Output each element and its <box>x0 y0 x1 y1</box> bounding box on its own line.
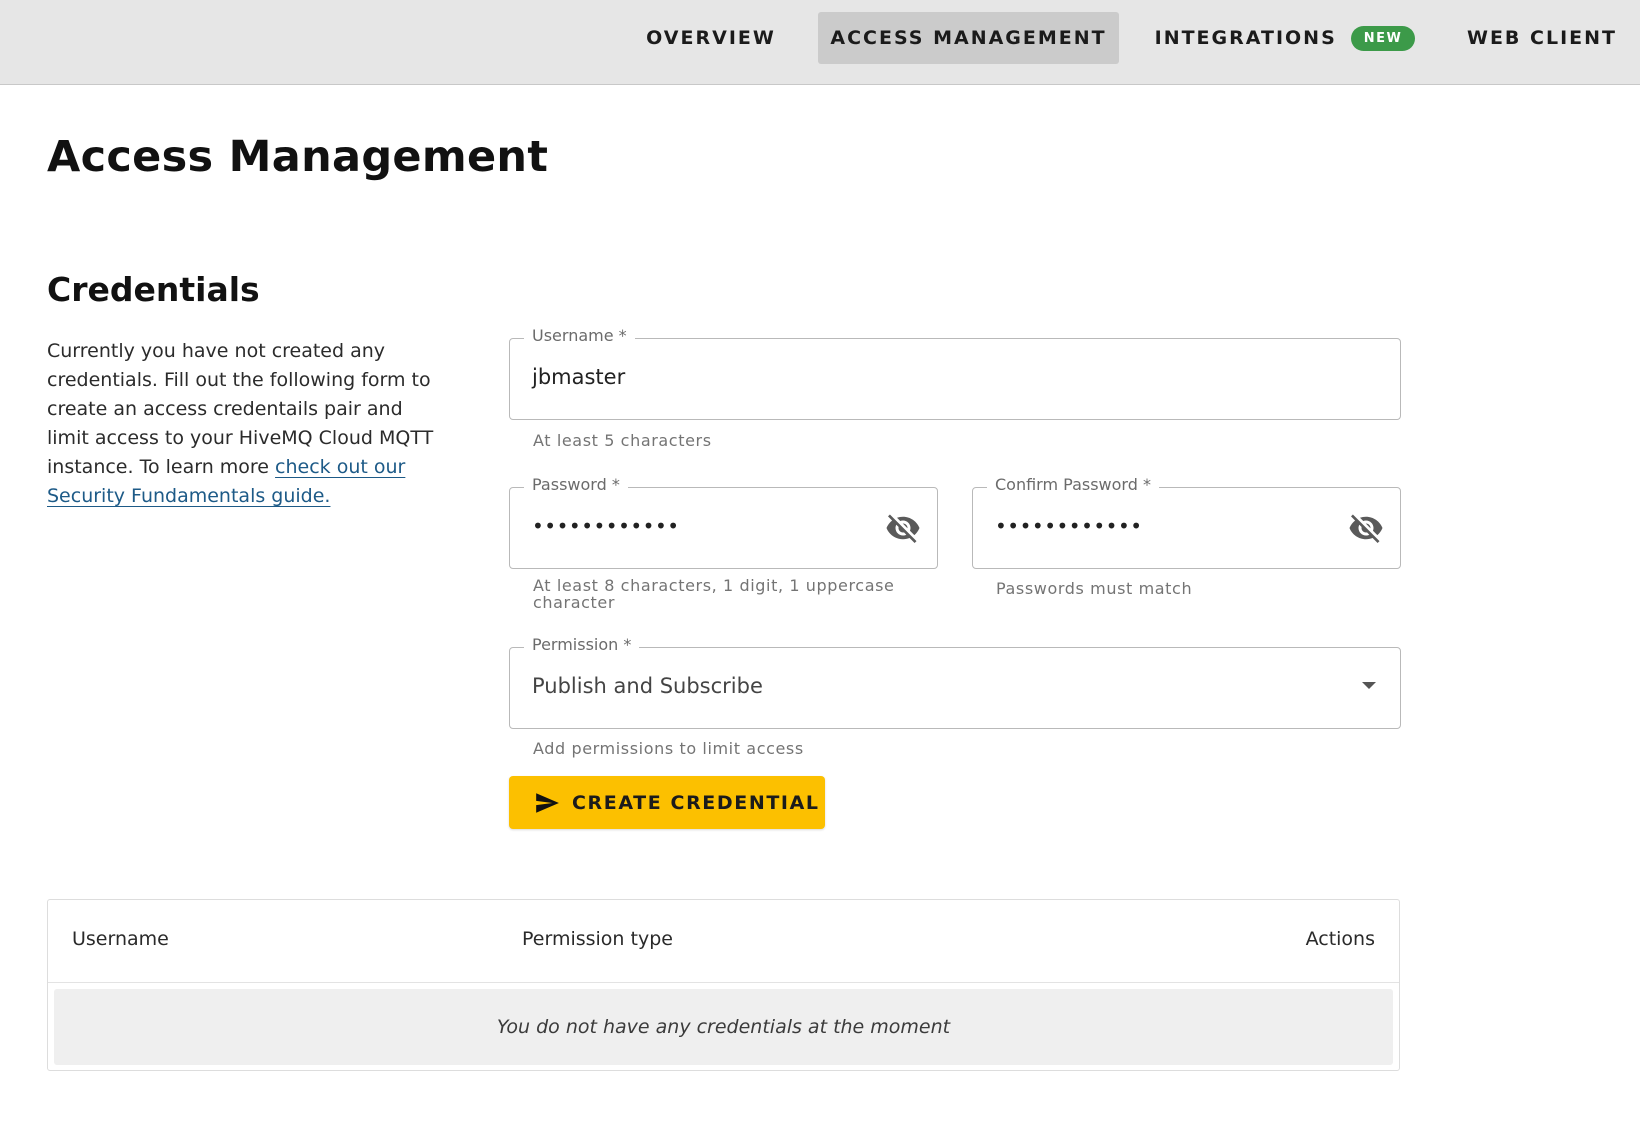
top-navigation-bar: OVERVIEW ACCESS MANAGEMENT INTEGRATIONS … <box>0 0 1640 85</box>
credentials-section-title: Credentials <box>47 270 260 309</box>
create-credential-button[interactable]: CREATE CREDENTIAL <box>509 776 825 829</box>
permission-helper-text: Add permissions to limit access <box>533 739 804 758</box>
nav-tab-access-management[interactable]: ACCESS MANAGEMENT <box>818 12 1119 64</box>
credentials-intro-text: Currently you have not created any crede… <box>47 337 447 511</box>
nav-tab-integrations[interactable]: INTEGRATIONS NEW <box>1152 12 1418 64</box>
confirm-password-label: Confirm Password * <box>987 475 1159 494</box>
username-field[interactable]: Username * jbmaster <box>509 326 1401 420</box>
password-field[interactable]: Password * •••••••••••• <box>509 475 938 569</box>
nav-tab-integrations-label: INTEGRATIONS <box>1154 27 1337 49</box>
visibility-off-icon[interactable] <box>1348 510 1384 546</box>
empty-state-row: You do not have any credentials at the m… <box>54 989 1393 1065</box>
table-divider <box>48 982 1399 983</box>
confirm-password-helper-text: Passwords must match <box>996 579 1193 598</box>
permission-selected-value: Publish and Subscribe <box>532 674 763 698</box>
confirm-password-field[interactable]: Confirm Password * •••••••••••• <box>972 475 1401 569</box>
credentials-table: Username Permission type Actions You do … <box>47 899 1400 1071</box>
permission-select[interactable]: Permission * Publish and Subscribe <box>509 635 1401 729</box>
username-helper-text: At least 5 characters <box>533 431 712 450</box>
send-icon <box>536 792 559 813</box>
page-title: Access Management <box>47 132 549 182</box>
nav-tab-web-client[interactable]: WEB CLIENT <box>1462 12 1622 64</box>
new-badge: NEW <box>1350 25 1416 51</box>
password-input[interactable]: •••••••••••• <box>532 514 680 538</box>
chevron-down-icon[interactable] <box>1362 682 1376 689</box>
column-header-username: Username <box>72 928 169 950</box>
visibility-off-icon[interactable] <box>885 510 921 546</box>
password-label: Password * <box>524 475 628 494</box>
username-input[interactable]: jbmaster <box>532 365 625 389</box>
confirm-password-input[interactable]: •••••••••••• <box>995 514 1143 538</box>
column-header-permission-type: Permission type <box>522 928 673 950</box>
column-header-actions: Actions <box>1305 928 1375 950</box>
password-helper-text: At least 8 characters, 1 digit, 1 upperc… <box>533 576 895 612</box>
username-label: Username * <box>524 326 635 345</box>
permission-label: Permission * <box>524 635 640 654</box>
nav-tab-overview[interactable]: OVERVIEW <box>640 12 782 64</box>
create-credential-label: CREATE CREDENTIAL <box>572 791 820 814</box>
